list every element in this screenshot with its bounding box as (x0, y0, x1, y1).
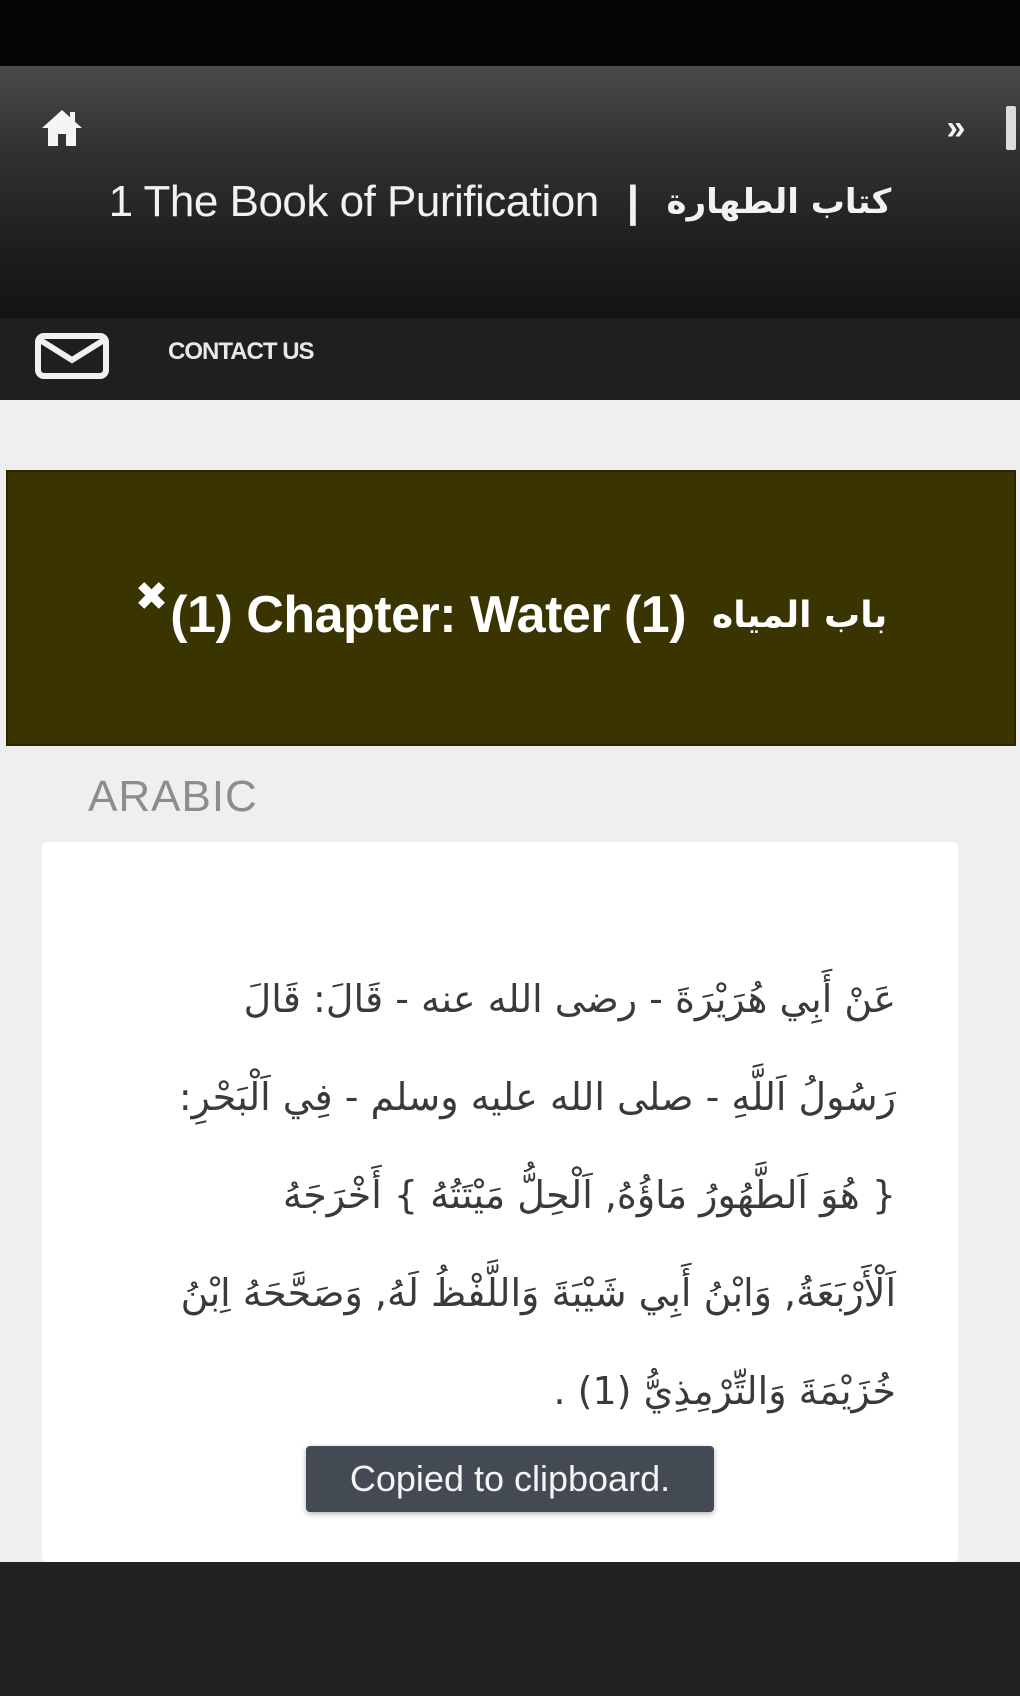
book-title-english: 1 The Book of Purification (108, 177, 600, 226)
chapter-banner: ✖ (1) Chapter: Water (1) باب المياه (6, 470, 1016, 746)
page-title: 1 The Book of Purification | كتاب الطهار… (60, 160, 940, 244)
app-header: » 1 The Book of Purification | كتاب الطه… (0, 66, 1020, 324)
title-divider: | (626, 177, 639, 226)
chevron-double-right-icon: » (946, 109, 966, 147)
home-icon (42, 110, 82, 146)
chapter-title-arabic: باب المياه (712, 594, 888, 636)
status-bar (0, 0, 1020, 66)
book-title-arabic: كتاب الطهارة (666, 182, 892, 222)
contact-us-link[interactable]: CONTACT US (168, 338, 315, 366)
close-icon[interactable]: ✖ (135, 574, 169, 620)
next-book-button[interactable]: » (938, 110, 974, 146)
contact-bar[interactable]: CONTACT US (0, 318, 1020, 400)
system-navigation-bar (0, 1562, 1020, 1696)
hadith-arabic-text[interactable]: عَنْ أَبِي هُرَيْرَةَ - رضى الله عنه - ق… (172, 950, 896, 1440)
section-label-arabic: ARABIC (88, 772, 258, 821)
toast-message: Copied to clipboard. (306, 1446, 714, 1512)
chapter-title-english: (1) Chapter: Water (1) (170, 586, 687, 644)
home-button[interactable] (36, 104, 88, 152)
scroll-edge-indicator (1006, 106, 1016, 150)
mail-icon[interactable] (32, 326, 112, 382)
